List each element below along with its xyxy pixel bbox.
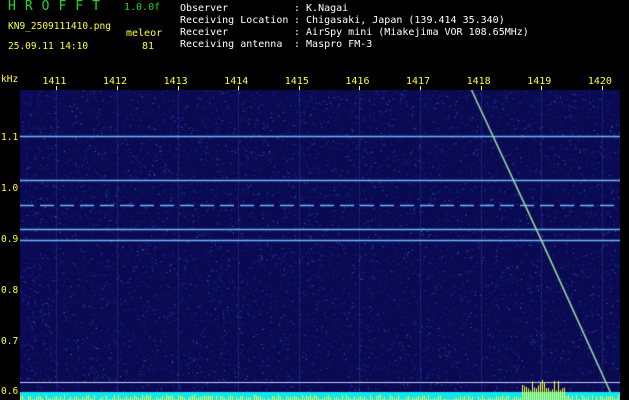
x-tick-label: 1412 bbox=[102, 76, 128, 87]
header-panel: HROFFT 1.0.0f KN9_2509111410.png meleor … bbox=[0, 0, 629, 74]
x-tick-label: 1420 bbox=[587, 76, 612, 87]
filename-label: KN9_2509111410.png bbox=[8, 21, 111, 32]
info-label-antenna: Receiving antenna bbox=[180, 39, 283, 50]
info-value-antenna: : Maspro FM-3 bbox=[294, 39, 373, 50]
datetime-label: 25.09.11 14:10 bbox=[8, 41, 89, 52]
y-tick-label: 0.8 bbox=[1, 284, 19, 296]
info-label-observer: Observer bbox=[180, 3, 229, 14]
x-tick-label: 1414 bbox=[224, 76, 249, 87]
info-value-receiver: : AirSpy mini (Miakejima VOR 108.65MHz) bbox=[294, 27, 529, 38]
y-tick-label: 0.7 bbox=[1, 335, 19, 347]
y-tick-label: 0.9 bbox=[1, 233, 19, 245]
frequency-axis: kHz 1.1 1.0 0.9 0.8 0.7 0.6 bbox=[0, 74, 20, 400]
count-label: 81 bbox=[142, 41, 155, 52]
info-label-receiver: Receiver bbox=[180, 27, 229, 38]
info-label-location: Receiving Location bbox=[180, 15, 289, 26]
x-tick-label: 1411 bbox=[42, 76, 67, 87]
x-tick-label: 1418 bbox=[466, 76, 491, 87]
x-tick-label: 1413 bbox=[163, 76, 188, 87]
version-label: 1.0.0f bbox=[124, 2, 161, 13]
time-axis: 1411 1412 1413 1414 1415 1416 1417 1418 1419 1420 bbox=[0, 76, 629, 90]
x-tick-label: 1417 bbox=[406, 76, 431, 87]
info-value-observer: : K.Nagai bbox=[294, 3, 349, 14]
x-tick-label: 1416 bbox=[345, 76, 370, 87]
y-tick-label: 1.1 bbox=[1, 132, 19, 144]
x-tick-label: 1415 bbox=[284, 76, 309, 87]
mode-tag: meleor bbox=[126, 28, 163, 39]
y-tick-label: 1.0 bbox=[1, 183, 19, 195]
app-name: HROFFT bbox=[8, 0, 109, 14]
spectrogram bbox=[20, 90, 620, 400]
info-value-location: : Chigasaki, Japan (139.414 35.340) bbox=[294, 15, 505, 26]
y-tick-label: 0.6 bbox=[1, 386, 19, 398]
y-axis-unit: kHz bbox=[1, 74, 19, 85]
x-tick-label: 1419 bbox=[527, 76, 552, 87]
